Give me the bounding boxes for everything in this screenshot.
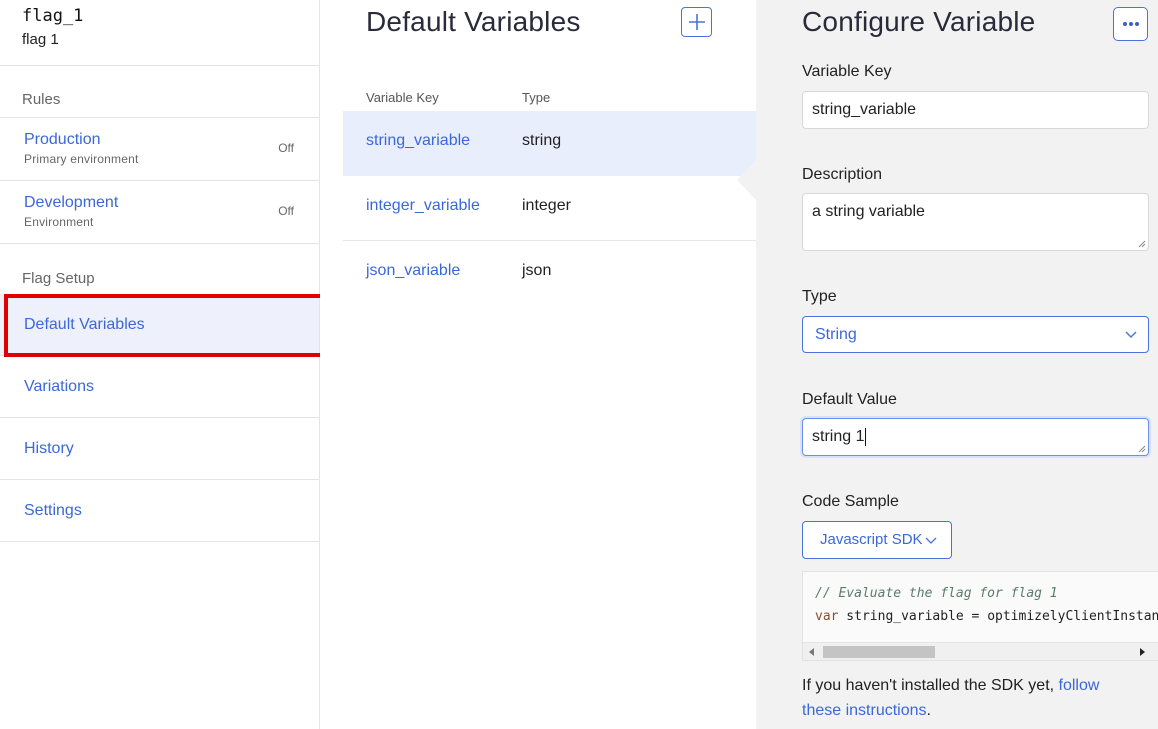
variable-type: string — [522, 132, 562, 149]
code-comment: // Evaluate the flag for flag 1 — [815, 586, 1058, 601]
column-header-type: Type — [522, 90, 551, 105]
panel-pointer — [737, 160, 756, 200]
more-icon-dot — [1128, 22, 1133, 26]
type-label: Type — [802, 288, 837, 305]
chevron-down-icon — [1125, 331, 1137, 338]
env-status: Off — [278, 204, 294, 218]
code-rest: string_variable = optimizelyClientInstan… — [846, 609, 1158, 624]
default-value-input[interactable]: string 1 — [802, 418, 1149, 456]
code-statement: var string_variable = optimizelyClientIn… — [815, 609, 1158, 624]
column-header-key: Variable Key — [366, 90, 439, 105]
sidebar-item-history[interactable]: History — [0, 418, 319, 480]
variable-type: json — [522, 262, 552, 279]
more-icon — [1122, 22, 1127, 26]
rules-heading: Rules — [0, 66, 319, 118]
text-caret — [865, 427, 867, 446]
help-text: If you haven't installed the SDK yet, — [802, 677, 1059, 694]
scroll-right-icon[interactable] — [1140, 648, 1145, 656]
default-value-label: Default Value — [802, 391, 897, 408]
sdk-help-text: If you haven't installed the SDK yet, fo… — [802, 673, 1142, 723]
flag-setup-heading: Flag Setup — [22, 270, 95, 287]
sidebar-item-production[interactable]: Production Primary environment Off — [0, 118, 319, 181]
resize-grip-icon[interactable] — [1136, 238, 1146, 248]
sidebar-item-default-variables[interactable]: Default Variables — [0, 294, 319, 356]
sdk-selected-label: Javascript SDK — [820, 531, 923, 548]
plus-icon — [688, 14, 705, 30]
chevron-down-icon — [925, 537, 937, 544]
flag-key: flag_1 — [22, 6, 84, 26]
variable-key: json_variable — [366, 262, 461, 279]
variable-key-label: Variable Key — [802, 63, 892, 80]
flag-name: flag 1 — [22, 31, 59, 48]
description-label: Description — [802, 166, 883, 183]
description-textarea[interactable]: a string variable — [802, 193, 1149, 251]
scroll-left-icon[interactable] — [809, 648, 814, 656]
env-description: Primary environment — [24, 152, 139, 166]
variable-type: integer — [522, 197, 571, 214]
default-value-text: string 1 — [812, 428, 865, 445]
variable-key-input[interactable]: string_variable — [802, 91, 1149, 129]
more-icon-dot — [1134, 22, 1139, 26]
code-sample-block[interactable]: // Evaluate the flag for flag 1 var stri… — [802, 571, 1158, 661]
sidebar-item-variations[interactable]: Variations — [0, 356, 319, 418]
help-end: . — [926, 702, 931, 719]
horizontal-scrollbar[interactable] — [803, 642, 1158, 660]
variables-list-pane: Default Variables Variable Key Type stri… — [320, 0, 756, 729]
variable-key: string_variable — [366, 132, 471, 149]
flag-sidebar: flag_1 flag 1 Rules Production Primary e… — [0, 0, 320, 729]
code-keyword: var — [815, 609, 839, 624]
type-select[interactable]: String — [802, 316, 1149, 353]
table-row[interactable]: integer_variable integer — [343, 176, 756, 241]
description-value: a string variable — [812, 203, 925, 220]
add-variable-button[interactable] — [681, 7, 712, 37]
configure-variable-panel: Configure Variable Variable Key string_v… — [737, 0, 1158, 729]
table-row[interactable]: json_variable json — [343, 241, 756, 306]
flag-header: flag_1 flag 1 — [0, 0, 319, 66]
code-sample-label: Code Sample — [802, 493, 899, 510]
sidebar-item-settings[interactable]: Settings — [0, 480, 319, 542]
type-selected-value: String — [815, 326, 857, 343]
env-status: Off — [278, 141, 294, 155]
sidebar-item-development[interactable]: Development Environment Off — [0, 181, 319, 244]
sdk-select-button[interactable]: Javascript SDK — [802, 521, 952, 559]
table-row[interactable]: string_variable string — [343, 111, 756, 176]
env-name: Development — [24, 194, 119, 211]
panel-title: Configure Variable — [802, 6, 1036, 37]
env-description: Environment — [24, 215, 94, 229]
resize-grip-icon[interactable] — [1136, 443, 1146, 453]
more-options-button[interactable] — [1113, 7, 1148, 41]
page-title: Default Variables — [366, 6, 581, 37]
variable-key: integer_variable — [366, 197, 480, 214]
scrollbar-thumb[interactable] — [823, 646, 935, 658]
env-name: Production — [24, 131, 101, 148]
